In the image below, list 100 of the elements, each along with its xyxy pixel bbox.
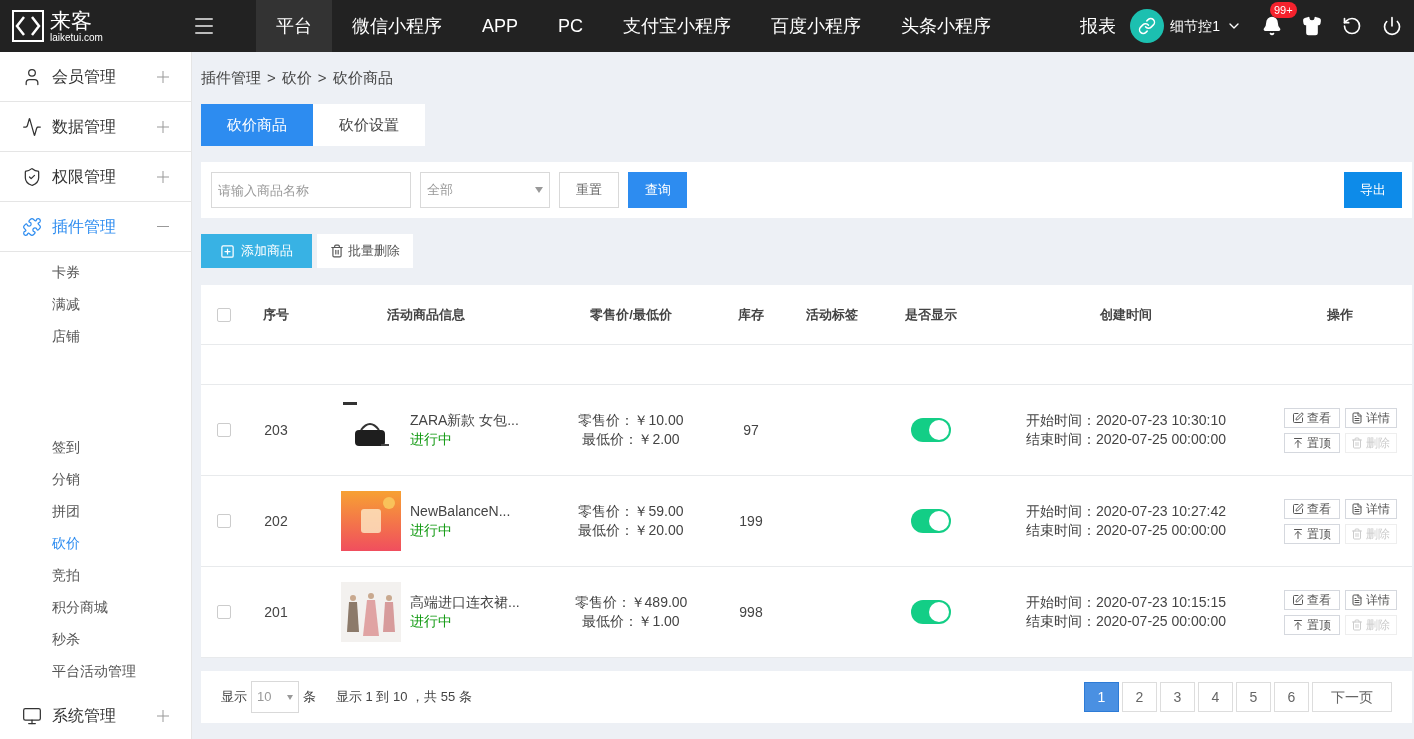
sidebar-subitem[interactable]: 平台活动管理	[52, 655, 191, 687]
page-button[interactable]: 6	[1274, 682, 1309, 712]
nav-tab[interactable]: PC	[538, 0, 604, 52]
page-button[interactable]: 2	[1122, 682, 1157, 712]
row-action-button[interactable]: 详情	[1344, 589, 1397, 610]
user-menu[interactable]: 细节控1	[1130, 9, 1242, 43]
sidebar-item[interactable]: 数据管理	[0, 102, 191, 152]
end-time: 结束时间：2020-07-25 00:00:00	[1026, 521, 1226, 540]
column-header: 是否显示	[905, 306, 957, 322]
edit-icon	[1292, 411, 1304, 424]
sidebar-subitem[interactable]: 竞拍	[52, 559, 191, 591]
page-button[interactable]: 4	[1198, 682, 1233, 712]
table-cell: 97	[743, 421, 759, 438]
table-cell: 202	[264, 512, 288, 529]
row-action-button[interactable]: 详情	[1344, 498, 1397, 519]
row-action-button[interactable]: 查看	[1283, 407, 1340, 428]
display-toggle[interactable]	[911, 418, 951, 442]
page-button[interactable]: 5	[1236, 682, 1271, 712]
display-toggle[interactable]	[911, 509, 951, 533]
logo-icon	[12, 10, 44, 42]
sidebar-subitem[interactable]: 秒杀	[52, 623, 191, 655]
tab[interactable]: 砍价设置	[313, 104, 425, 146]
edit-icon	[1292, 502, 1304, 515]
page-size-label: 显示	[221, 688, 247, 707]
retail-price: 零售价：￥59.00	[578, 502, 684, 521]
monitor-icon	[22, 705, 42, 726]
chart-icon	[22, 116, 42, 137]
table-cell: 998	[739, 603, 763, 620]
notification-bell[interactable]	[1262, 16, 1282, 36]
breadcrumb-separator: >	[267, 67, 276, 88]
sidebar-item[interactable]: 会员管理	[0, 52, 191, 102]
product-name: NewBalanceN...	[410, 502, 511, 521]
sidebar-subitem[interactable]: 店铺	[52, 320, 191, 352]
sidebar-subitem[interactable]: 积分商城	[52, 591, 191, 623]
select-all-checkbox[interactable]	[216, 307, 231, 322]
sidebar-subitem[interactable]: 满减	[52, 288, 191, 320]
sidebar-subitem[interactable]: 分销	[52, 463, 191, 495]
row-action-button[interactable]: 查看	[1283, 589, 1340, 610]
sidebar-item[interactable]: 权限管理	[0, 152, 191, 202]
nav-tab[interactable]: 微信小程序	[332, 0, 462, 52]
pin-top-icon	[1292, 436, 1304, 449]
shirt-icon[interactable]	[1302, 16, 1322, 36]
puzzle-icon	[22, 216, 42, 237]
row-action-button[interactable]: 置顶	[1283, 523, 1340, 544]
row-checkbox[interactable]	[216, 423, 231, 437]
status-text: 进行中	[410, 521, 453, 540]
retail-price: 零售价：￥489.00	[574, 593, 688, 612]
sidebar-subitem[interactable]: 拼团	[52, 495, 191, 527]
edit-icon	[1292, 593, 1304, 606]
trash-icon	[1351, 618, 1363, 631]
nav-tab[interactable]: 头条小程序	[881, 0, 1012, 52]
breadcrumb-separator: >	[317, 67, 327, 88]
document-icon	[1351, 411, 1363, 424]
power-icon[interactable]	[1382, 16, 1402, 36]
sidebar-subitem[interactable]: 砍价	[52, 527, 191, 559]
table-cell: 199	[739, 512, 763, 529]
pin-top-icon	[1292, 527, 1304, 540]
batch-delete-button[interactable]: 批量删除	[317, 234, 413, 268]
retail-price: 零售价：￥10.00	[578, 411, 684, 430]
row-checkbox[interactable]	[216, 514, 231, 528]
row-action-button[interactable]: 置顶	[1283, 614, 1340, 635]
report-link[interactable]: 报表	[1080, 12, 1117, 40]
table-cell: 201	[264, 603, 288, 620]
nav-tab[interactable]: APP	[462, 0, 539, 52]
sidebar-subitem[interactable]: 签到	[52, 431, 191, 463]
nav-tab[interactable]: 平台	[256, 0, 332, 52]
nav-tab[interactable]: 百度小程序	[751, 0, 882, 52]
sidebar-item[interactable]: 系统管理	[0, 691, 191, 739]
start-time: 开始时间：2020-07-23 10:15:15	[1026, 593, 1226, 612]
breadcrumb-item[interactable]: 砍价	[281, 66, 312, 90]
table-cell: 203	[264, 421, 288, 438]
start-time: 开始时间：2020-07-23 10:30:10	[1026, 411, 1226, 430]
trash-icon	[330, 244, 344, 258]
product-name: ZARA新款 女包...	[410, 411, 519, 430]
plus-square-icon	[220, 243, 235, 259]
sidebar-item[interactable]: 插件管理	[0, 202, 191, 252]
search-field[interactable]: 请输入商品名称	[211, 172, 411, 208]
row-action-button[interactable]: 详情	[1344, 407, 1397, 428]
row-action-button[interactable]: 查看	[1283, 498, 1340, 519]
reset-button[interactable]: 重置	[559, 172, 619, 208]
plus-icon	[157, 709, 169, 722]
trash-icon	[1351, 436, 1363, 449]
avatar-link-icon	[1130, 9, 1165, 43]
breadcrumb-item[interactable]: 插件管理	[201, 66, 261, 90]
column-header: 序号	[263, 306, 289, 322]
page-button[interactable]: 3	[1160, 682, 1195, 712]
export-button[interactable]: 导出	[1344, 172, 1402, 208]
row-checkbox[interactable]	[216, 605, 231, 619]
sidebar-subitem[interactable]: 卡券	[52, 256, 191, 288]
lowest-price: 最低价：￥20.00	[578, 521, 684, 540]
breadcrumb-item: 砍价商品	[332, 67, 393, 88]
column-header: 库存	[738, 306, 764, 322]
row-action-button[interactable]: 置顶	[1283, 432, 1340, 453]
refresh-icon[interactable]	[1342, 16, 1362, 36]
plus-icon	[157, 70, 169, 83]
nav-tab[interactable]: 支付宝小程序	[603, 0, 752, 52]
status-text: 进行中	[410, 430, 453, 449]
next-page-button[interactable]: 下一页	[1312, 682, 1392, 712]
plus-icon	[157, 120, 169, 133]
display-toggle[interactable]	[911, 600, 951, 624]
